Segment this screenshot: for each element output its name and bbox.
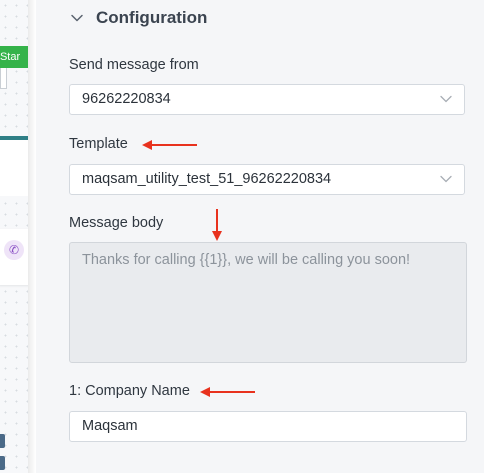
company-name-input[interactable]: Maqsam	[69, 411, 467, 442]
message-body-label: Message body	[69, 215, 164, 231]
chevron-down-icon[interactable]	[68, 9, 86, 27]
panel-shadow	[28, 0, 36, 473]
red-arrow-annotation	[142, 140, 197, 150]
template-value: maqsam_utility_test_51_96262220834	[82, 171, 332, 187]
send-from-label: Send message from	[69, 57, 199, 73]
start-node[interactable]: ll Star	[0, 46, 28, 68]
red-arrow-annotation	[212, 209, 222, 241]
canvas-control[interactable]	[0, 456, 5, 470]
message-body-textarea[interactable]: Thanks for calling {{1}}, we will be cal…	[69, 242, 467, 363]
dropdown-caret-icon	[440, 95, 452, 103]
canvas-control[interactable]	[0, 434, 5, 448]
panel-scroll-area	[484, 0, 500, 473]
template-label: Template	[69, 136, 128, 152]
call-node[interactable]: ✆	[0, 229, 28, 285]
canvas-node-card[interactable]	[0, 140, 28, 196]
send-from-value: 96262220834	[82, 91, 171, 107]
phone-icon: ✆	[4, 240, 24, 260]
workflow-canvas[interactable]: ll Star ✆	[0, 0, 28, 473]
node-connector	[0, 68, 7, 89]
start-node-label: ll Star	[0, 51, 21, 63]
section-title: Configuration	[96, 8, 208, 27]
red-arrow-annotation	[200, 387, 255, 397]
company-name-label: 1: Company Name	[69, 383, 190, 399]
template-select[interactable]: maqsam_utility_test_51_96262220834	[69, 164, 465, 195]
send-from-select[interactable]: 96262220834	[69, 84, 465, 115]
dropdown-caret-icon	[440, 175, 452, 183]
configuration-section-header[interactable]: Configuration	[68, 6, 207, 30]
